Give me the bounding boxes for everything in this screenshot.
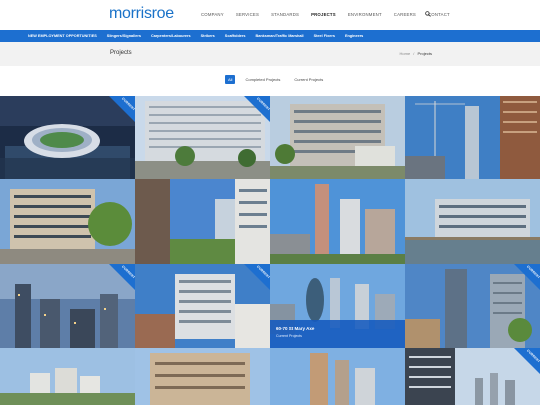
project-tile-historic-facade[interactable] bbox=[135, 348, 270, 405]
project-tile-office-block[interactable] bbox=[270, 96, 405, 179]
nav-item-company[interactable]: COMPANY bbox=[201, 12, 224, 17]
projects-grid: CURRENT CURRENT CURRENT CURRENT 60-70 St… bbox=[0, 96, 540, 405]
featured-title[interactable]: 60-70 St Mary Axe bbox=[276, 326, 399, 331]
employment-bar: NEW EMPLOYMENT OPPORTUNITIES Slingers/Si… bbox=[0, 30, 540, 42]
filter-all[interactable]: All bbox=[225, 75, 236, 84]
project-tile-curved-office[interactable]: CURRENT bbox=[135, 264, 270, 348]
nav-item-standards[interactable]: STANDARDS bbox=[271, 12, 299, 17]
nav-item-careers[interactable]: CAREERS bbox=[394, 12, 416, 17]
job-link-strikers[interactable]: Strikers bbox=[201, 34, 215, 38]
project-tile-office-curve[interactable]: CURRENT bbox=[135, 96, 270, 179]
page-title-bar: Projects Home / Projects bbox=[0, 42, 540, 66]
project-tile-tower-cluster[interactable] bbox=[270, 179, 405, 264]
nav-item-contact[interactable]: CONTACT bbox=[428, 12, 450, 17]
breadcrumb: Home / Projects bbox=[398, 51, 433, 56]
job-link-engineers[interactable]: Engineers bbox=[345, 34, 363, 38]
project-tile-glass-towers[interactable]: CURRENT bbox=[405, 264, 540, 348]
project-tile-city-dusk[interactable]: CURRENT bbox=[0, 264, 135, 348]
project-image bbox=[405, 96, 540, 179]
project-filters: All Completed Projects Current Projects bbox=[225, 75, 327, 84]
jobs-heading[interactable]: NEW EMPLOYMENT OPPORTUNITIES bbox=[28, 34, 97, 38]
project-tile-riverside-apartments[interactable] bbox=[135, 179, 270, 264]
project-tile-skyline[interactable]: CURRENT bbox=[405, 348, 540, 405]
project-tile-stadium[interactable]: CURRENT bbox=[0, 96, 135, 179]
project-tile-residential-block[interactable] bbox=[0, 179, 135, 264]
project-tile-tower-crane[interactable] bbox=[405, 96, 540, 179]
job-link-scaffolders[interactable]: Scaffolders bbox=[225, 34, 246, 38]
job-link-carpenters[interactable]: Carpenters/Labourers bbox=[151, 34, 191, 38]
job-link-banksman[interactable]: Banksman/Traffic Marshall bbox=[255, 34, 303, 38]
filter-current[interactable]: Current Projects bbox=[290, 75, 327, 84]
project-tile-waterfront[interactable] bbox=[405, 179, 540, 264]
job-link-slingers[interactable]: Slingers/Signallers bbox=[107, 34, 141, 38]
project-image bbox=[0, 179, 135, 264]
nav-item-services[interactable]: SERVICES bbox=[236, 12, 259, 17]
search-icon[interactable] bbox=[425, 11, 431, 17]
project-image bbox=[135, 348, 270, 405]
project-image bbox=[270, 96, 405, 179]
project-image bbox=[135, 179, 270, 264]
featured-category: Current Projects bbox=[276, 334, 302, 338]
project-image bbox=[0, 348, 135, 405]
filter-completed[interactable]: Completed Projects bbox=[241, 75, 284, 84]
project-tile-suburban-towers[interactable] bbox=[0, 348, 135, 405]
project-tile-st-mary-axe[interactable]: 60-70 St Mary Axe Current Projects bbox=[270, 264, 405, 348]
nav-item-projects[interactable]: PROJECTS bbox=[311, 12, 336, 17]
site-logo[interactable]: morrisroe bbox=[109, 5, 174, 23]
featured-overlay: 60-70 St Mary Axe Current Projects bbox=[270, 320, 405, 348]
breadcrumb-current: Projects bbox=[417, 51, 432, 56]
page: morrisroe COMPANY SERVICES STANDARDS PRO… bbox=[0, 0, 540, 405]
job-link-steel-fixers[interactable]: Steel Fixers bbox=[314, 34, 335, 38]
main-nav: COMPANY SERVICES STANDARDS PROJECTS ENVI… bbox=[201, 12, 462, 17]
breadcrumb-home[interactable]: Home bbox=[400, 51, 411, 56]
site-header: morrisroe COMPANY SERVICES STANDARDS PRO… bbox=[0, 0, 540, 30]
project-tile-slim-towers[interactable] bbox=[270, 348, 405, 405]
project-image bbox=[270, 348, 405, 405]
project-image bbox=[270, 179, 405, 264]
breadcrumb-separator: / bbox=[413, 51, 415, 56]
project-image bbox=[405, 179, 540, 264]
page-title: Projects bbox=[110, 50, 132, 56]
nav-item-environment[interactable]: ENVIRONMENT bbox=[348, 12, 382, 17]
